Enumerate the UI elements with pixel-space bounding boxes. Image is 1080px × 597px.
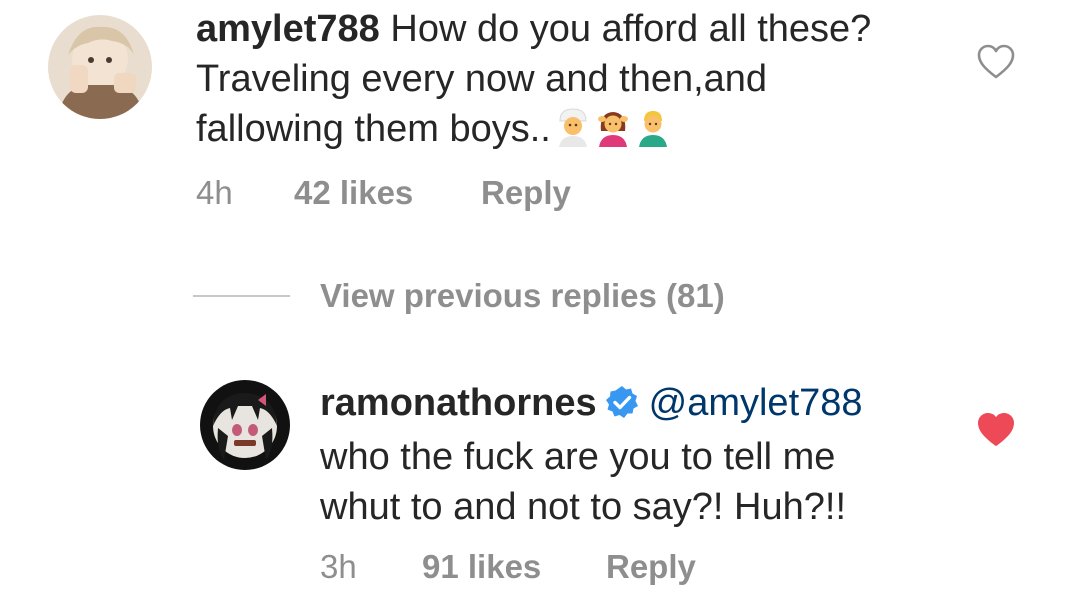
avatar[interactable] [48,15,152,119]
man-with-turban-emoji [555,107,591,160]
like-button[interactable] [976,412,1016,448]
comment-text: ramonathornes @amylet788 who the fuck are… [320,378,960,532]
woman-getting-massage-emoji [595,107,631,160]
view-previous-replies-label[interactable]: View previous replies (81) [320,276,725,316]
comment-line-2: Traveling every now and then,and [196,58,768,100]
man-emoji [635,107,671,160]
comment-username[interactable]: amylet788 [196,8,380,50]
reply-button[interactable]: Reply [481,173,571,213]
heart-filled-icon [978,413,1014,446]
comment-time: 4h [196,174,233,211]
heart-outline-icon [977,44,1015,79]
comment-meta: 4h 42 likes Reply [196,173,596,213]
avatar-photo [48,15,152,119]
avatar-photo [200,380,290,470]
divider-line [193,295,290,297]
like-button[interactable] [976,44,1016,80]
comment-ramonathornes: ramonathornes @amylet788 who the fuck are… [0,370,1080,597]
reply-button[interactable]: Reply [606,547,696,587]
comment-line-2: whut to and not to say?! Huh?!! [320,486,847,528]
comment-amylet788: amylet788 How do you afford all these? T… [0,0,1080,240]
comment-time: 3h [320,548,357,585]
comment-line-1: who the fuck are you to tell me [320,436,836,478]
verified-badge-icon [605,382,639,432]
comment-text: amylet788 How do you afford all these? T… [196,4,936,160]
comment-line-3: fallowing them boys.. [196,108,551,150]
comment-username[interactable]: ramonathornes [320,382,597,424]
likes-count[interactable]: 42 likes [294,173,413,213]
mention-link[interactable]: @amylet788 [649,382,863,424]
comment-meta: 3h 91 likes Reply [320,547,720,587]
likes-count[interactable]: 91 likes [422,547,541,587]
avatar[interactable] [200,380,290,470]
comment-line-1: How do you afford all these? [390,8,872,50]
